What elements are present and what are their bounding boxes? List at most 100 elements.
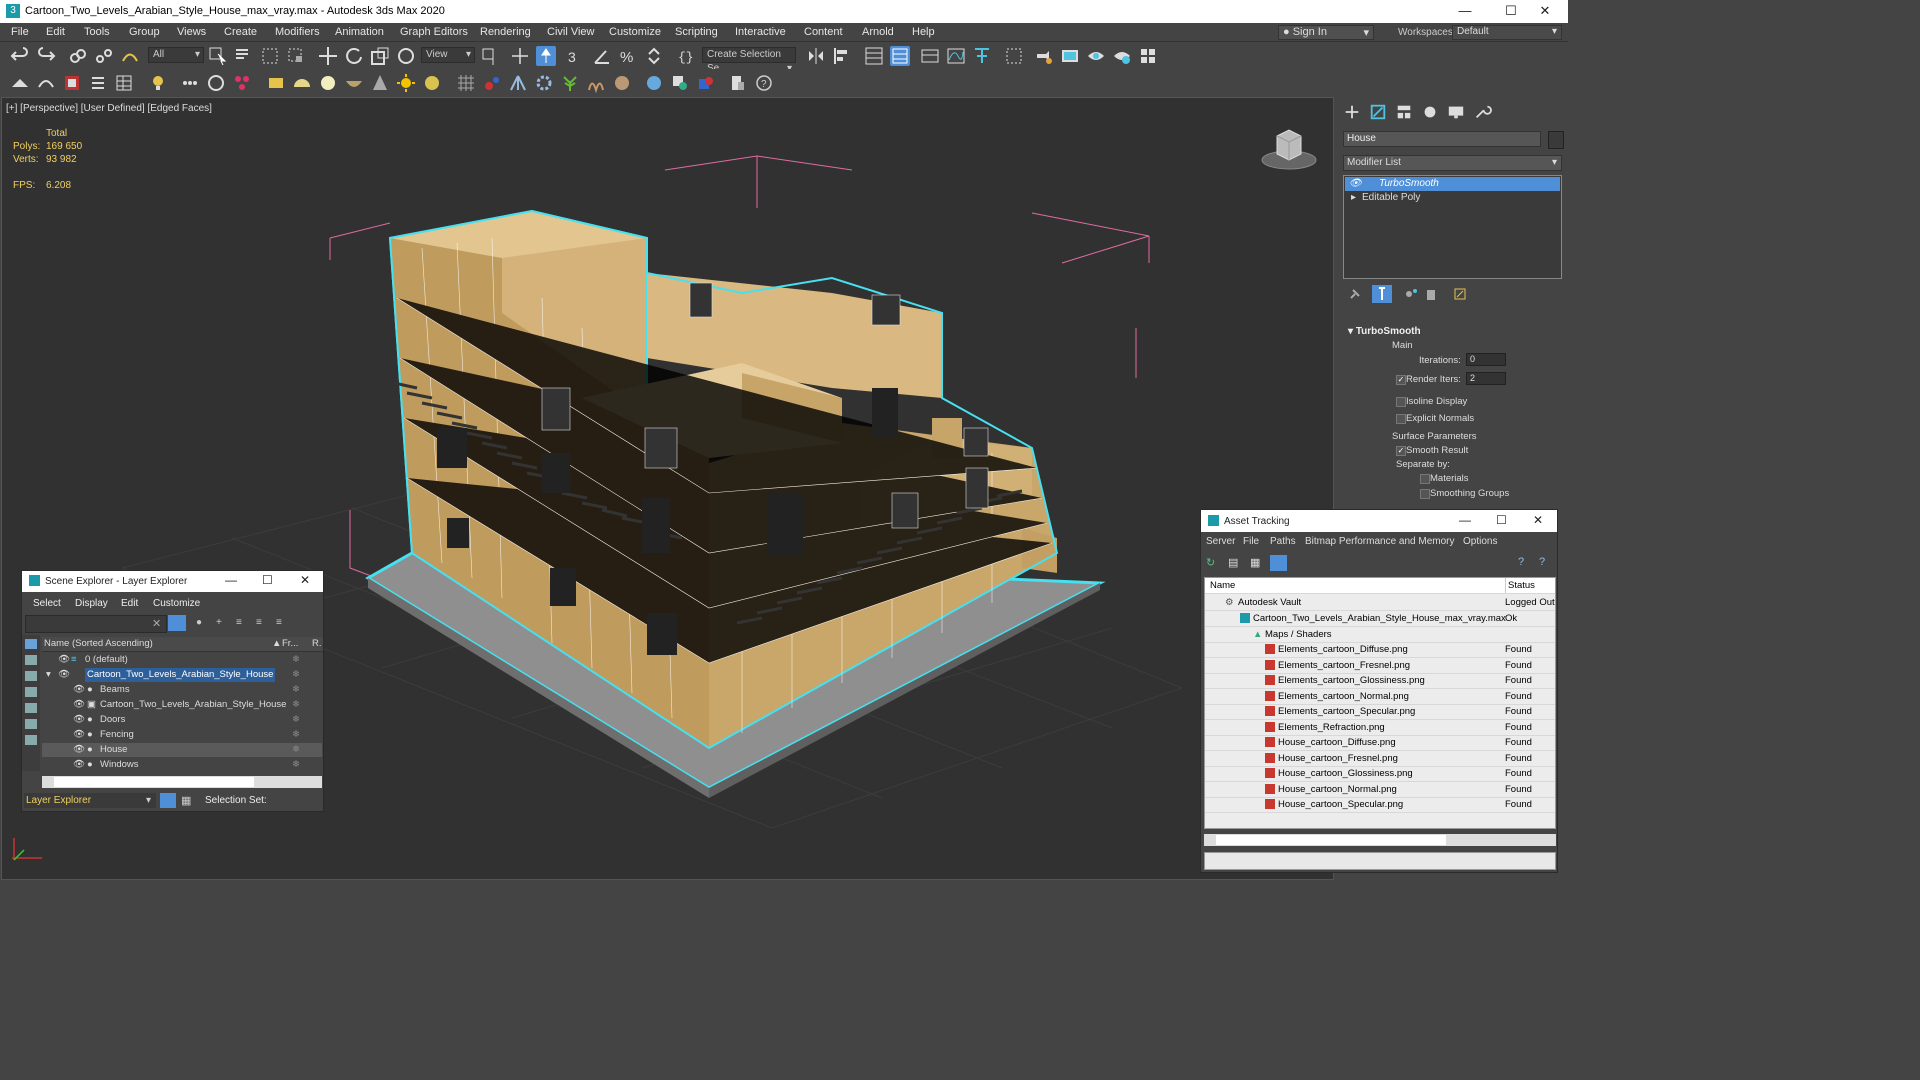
menu-edit[interactable]: Edit — [46, 26, 65, 38]
menu-interactive[interactable]: Interactive — [735, 26, 786, 38]
mirror-icon[interactable] — [806, 46, 826, 66]
pivot-icon[interactable] — [480, 46, 500, 66]
sky-light-icon[interactable] — [422, 73, 442, 93]
help-icon[interactable]: ? — [1518, 556, 1524, 568]
expand-arrow-icon[interactable]: ▸ — [1351, 191, 1356, 205]
asset-row-png[interactable]: Elements_Refraction.png Found — [1205, 720, 1555, 736]
configure-modifier-sets-icon[interactable] — [1453, 287, 1467, 304]
menu-tools[interactable]: Tools — [84, 26, 110, 38]
menu-civil-view[interactable]: Civil View — [547, 26, 594, 38]
scene-search-input[interactable] — [25, 615, 167, 633]
eye-icon[interactable]: 👁 — [73, 758, 85, 772]
scene-explorer-toggle-icon[interactable] — [864, 46, 884, 66]
freeze-icon[interactable]: ❄ — [292, 713, 300, 727]
asset-menu-bitmap-performance[interactable]: Bitmap Performance and Memory — [1305, 536, 1455, 547]
help-icon[interactable]: ? — [754, 73, 774, 93]
object-row-house[interactable]: 👁 ● House ❄ — [42, 743, 322, 757]
workspace-dropdown[interactable]: Default ▾ — [1452, 25, 1562, 40]
close-button[interactable]: ✕ — [1533, 513, 1543, 527]
grid-icon[interactable] — [456, 73, 476, 93]
clear-search-icon[interactable]: ✕ — [152, 617, 161, 630]
asset-row-png[interactable]: House_cartoon_Glossiness.png Found — [1205, 766, 1555, 782]
asset-menu-file[interactable]: File — [1243, 536, 1259, 547]
layer-row-default[interactable]: 👁 ≡ 0 (default) ❄ — [42, 653, 322, 667]
iterations-spinner[interactable]: 0 — [1466, 353, 1506, 366]
keyboard-shortcut-override-icon[interactable] — [536, 46, 556, 66]
a360-gallery-icon[interactable] — [1138, 46, 1158, 66]
display-cameras-icon[interactable] — [25, 703, 37, 713]
link-icon[interactable] — [68, 46, 88, 66]
undo-icon[interactable] — [10, 46, 30, 66]
viewport-label[interactable]: [+] [Perspective] [User Defined] [Edged … — [6, 103, 212, 114]
render-production-icon[interactable] — [1086, 46, 1106, 66]
table-view-icon[interactable] — [1270, 555, 1287, 571]
eye-icon[interactable]: 👁 — [58, 668, 70, 682]
layer-mode-icon[interactable] — [160, 793, 176, 808]
modifier-list-dropdown[interactable]: Modifier List ▾ — [1343, 155, 1562, 171]
render-setup-icon[interactable] — [1034, 46, 1054, 66]
gear-icon[interactable] — [534, 73, 554, 93]
display-helpers-icon[interactable] — [25, 719, 37, 729]
menu-create[interactable]: Create — [224, 26, 257, 38]
menu-graph-editors[interactable]: Graph Editors — [400, 26, 468, 38]
asset-row-png[interactable]: House_cartoon_Diffuse.png Found — [1205, 735, 1555, 751]
rotate-icon[interactable] — [344, 46, 364, 66]
filter-icon[interactable] — [168, 615, 186, 631]
layer-row-house-root[interactable]: ▾ 👁 Cartoon_Two_Levels_Arabian_Style_House… — [42, 668, 322, 682]
utilities-tab-icon[interactable] — [1472, 103, 1494, 121]
box-primitive-icon[interactable] — [266, 73, 286, 93]
array-icon[interactable] — [232, 73, 252, 93]
hemisphere-icon[interactable] — [292, 73, 312, 93]
ref-coord-combo[interactable]: View ▾ — [421, 47, 475, 63]
rendered-frame-window-icon[interactable] — [1060, 46, 1080, 66]
minimize-button[interactable]: — — [1459, 513, 1471, 527]
table-icon[interactable] — [114, 73, 134, 93]
asset-row-png[interactable]: Elements_cartoon_Normal.png Found — [1205, 689, 1555, 705]
maximize-button[interactable]: ☐ — [262, 573, 273, 587]
horizontal-scrollbar[interactable] — [1204, 834, 1556, 846]
selection-filter-combo[interactable]: All ▾ — [148, 47, 204, 63]
help-icon[interactable]: ? — [1539, 556, 1545, 568]
scene-menu-display[interactable]: Display — [75, 598, 108, 609]
menu-group[interactable]: Group — [129, 26, 160, 38]
sphere-icon[interactable] — [318, 73, 338, 93]
display-spacewarps-icon[interactable] — [25, 735, 37, 745]
window-crossing-icon[interactable] — [286, 46, 306, 66]
object-color-swatch[interactable] — [1548, 131, 1564, 149]
freeze-icon[interactable]: ❄ — [292, 683, 300, 697]
add-layer-icon[interactable]: + — [216, 617, 222, 628]
asset-table-header[interactable]: Name Status — [1205, 578, 1555, 594]
list-icon[interactable] — [88, 73, 108, 93]
display-geometry-icon[interactable] — [25, 655, 37, 665]
redo-icon[interactable] — [36, 46, 56, 66]
schematic-view-icon[interactable] — [972, 46, 992, 66]
render-in-cloud-icon[interactable] — [1112, 46, 1132, 66]
layer-explorer-toggle-icon[interactable] — [890, 46, 910, 66]
menu-help[interactable]: Help — [912, 26, 935, 38]
spinner-snap-icon[interactable] — [644, 46, 664, 66]
freeze-icon[interactable]: ❄ — [292, 758, 300, 772]
display-tab-icon[interactable] — [1446, 103, 1468, 121]
asset-row-png[interactable]: House_cartoon_Specular.png Found — [1205, 797, 1555, 813]
isoline-display-checkbox[interactable] — [1396, 397, 1406, 407]
minimize-button[interactable]: — — [1442, 0, 1488, 23]
motion-tab-icon[interactable] — [1420, 103, 1442, 121]
angle-snap-icon[interactable] — [592, 46, 612, 66]
cloth-icon[interactable] — [612, 73, 632, 93]
display-lights-icon[interactable] — [25, 687, 37, 697]
align-icon[interactable] — [832, 46, 852, 66]
plant-icon[interactable] — [560, 73, 580, 93]
smooth-result-checkbox[interactable]: ✓ — [1396, 446, 1406, 456]
smoothing-groups-checkbox[interactable] — [1420, 489, 1430, 499]
asset-menu-paths[interactable]: Paths — [1270, 536, 1296, 547]
freeze-icon[interactable]: ❄ — [292, 653, 300, 667]
hierarchy-mode-icon[interactable]: ▦ — [181, 794, 191, 807]
sign-in-dropdown[interactable]: ● Sign In ▾ — [1278, 25, 1374, 40]
close-button[interactable]: ✕ — [300, 573, 310, 587]
asset-row-png[interactable]: House_cartoon_Fresnel.png Found — [1205, 751, 1555, 767]
bowl-icon[interactable] — [344, 73, 364, 93]
particle-icon[interactable] — [482, 73, 502, 93]
collapse-arrow-icon[interactable]: ▾ — [46, 668, 51, 682]
asset-row-max-file[interactable]: Cartoon_Two_Levels_Arabian_Style_House_m… — [1205, 611, 1555, 627]
menu-customize[interactable]: Customize — [609, 26, 661, 38]
